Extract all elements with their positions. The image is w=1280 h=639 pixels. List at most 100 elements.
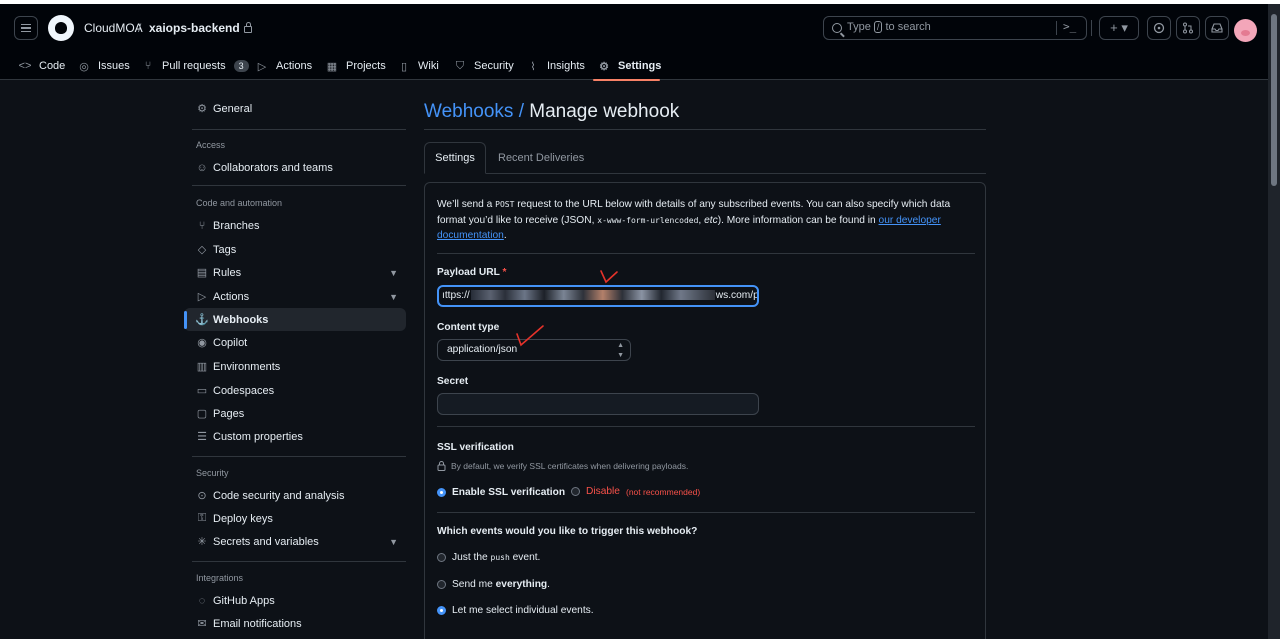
chevron-down-icon[interactable]: ▼ [389, 292, 398, 302]
tab-projects[interactable]: ▦ Projects [326, 54, 386, 78]
annotation-checkmark-icon [516, 325, 544, 347]
tab-issues-label[interactable]: Issues [98, 60, 130, 72]
sidebar-item-label[interactable]: Rules [213, 267, 241, 279]
sidebar-item-pages[interactable]: ▢ Pages [184, 402, 406, 425]
ssl-enable-radio[interactable]: Enable SSL verification [437, 487, 565, 498]
events-everything-radio[interactable]: Send me everything. [437, 579, 550, 590]
sidebar-item-label[interactable]: Deploy keys [213, 513, 273, 525]
avatar[interactable] [1234, 19, 1257, 42]
sidebar-item-environments[interactable]: ▥ Environments [184, 355, 406, 378]
sidebar-item-label[interactable]: General [213, 103, 252, 115]
sidebar-item-label[interactable]: Collaborators and teams [213, 162, 333, 174]
tab-settings[interactable]: Settings [424, 142, 486, 174]
sidebar-item-branches[interactable]: ⑂ Branches [184, 214, 406, 237]
sidebar-item-code-security[interactable]: ⊙ Code security and analysis [184, 484, 406, 507]
tab-settings-label[interactable]: Settings [618, 60, 661, 72]
sidebar-item-label[interactable]: Copilot [213, 337, 247, 349]
tab-security[interactable]: ⛉ Security [454, 54, 514, 78]
sidebar-item-label[interactable]: Webhooks [213, 314, 268, 326]
payload-url-label-text: Payload URL [437, 267, 500, 278]
github-logo-icon[interactable] [48, 15, 74, 41]
sidebar-item-collaborators[interactable]: ☺ Collaborators and teams [184, 156, 406, 179]
scrollbar[interactable] [1268, 4, 1280, 639]
sidebar-item-label[interactable]: Pages [213, 408, 244, 420]
sidebar-item-deploy-keys[interactable]: ⚿ Deploy keys [184, 507, 406, 530]
tab-code[interactable]: <> Code [19, 54, 66, 78]
top-bar: CloudMOA / xaiops-backend Type / to sear… [0, 0, 1280, 81]
events-push-radio[interactable]: Just the push event. [437, 552, 540, 563]
tab-projects-label[interactable]: Projects [346, 60, 386, 72]
scrollbar-thumb[interactable] [1271, 14, 1277, 186]
tab-insights-label[interactable]: Insights [547, 60, 585, 72]
ssl-disable-radio[interactable]: Disable (not recommended) [571, 486, 700, 497]
payload-url-input[interactable]: ıttps:// ws.com/prod [437, 285, 759, 307]
command-palette-icon[interactable]: >_ [1063, 20, 1076, 33]
sidebar-item-codespaces[interactable]: ▭ Codespaces [184, 379, 406, 402]
payload-url-label: Payload URL * [437, 267, 506, 278]
radio-checked-icon[interactable] [437, 488, 446, 497]
webhooks-breadcrumb-link[interactable]: Webhooks / [424, 101, 524, 122]
sidebar-divider [192, 456, 406, 457]
pull-requests-button[interactable] [1176, 16, 1200, 40]
tab-pull-requests[interactable]: ⑂ Pull requests 3 [142, 54, 249, 78]
radio-unchecked-icon[interactable] [571, 487, 580, 496]
sidebar-item-email-notifications[interactable]: ✉ Email notifications [184, 612, 406, 635]
tab-recent-deliveries[interactable]: Recent Deliveries [498, 142, 584, 174]
tab-pull-requests-label[interactable]: Pull requests [162, 60, 226, 72]
tab-issues[interactable]: ◎ Issues [78, 54, 130, 78]
tab-wiki-label[interactable]: Wiki [418, 60, 439, 72]
events-individual-radio[interactable]: Let me select individual events. [437, 605, 594, 616]
intro-text: We’ll send a POST request to the URL bel… [437, 197, 957, 244]
search-input[interactable]: Type / to search >_ [823, 16, 1087, 40]
chevron-down-icon[interactable]: ▼ [389, 268, 398, 278]
tab-settings[interactable]: ⚙ Settings [598, 54, 661, 78]
radio-checked-icon[interactable] [437, 606, 446, 615]
sidebar-divider [192, 561, 406, 562]
sidebar-item-label[interactable]: Environments [213, 361, 280, 373]
tab-code-label[interactable]: Code [39, 60, 65, 72]
sidebar-item-label[interactable]: Email notifications [213, 618, 302, 630]
sidebar-item-rules[interactable]: ▤ Rules ▼ [184, 261, 406, 284]
issues-button[interactable] [1147, 16, 1171, 40]
repo-name[interactable]: xaiops-backend [149, 21, 240, 35]
sidebar-item-label[interactable]: Secrets and variables [213, 536, 319, 548]
tab-actions-label[interactable]: Actions [276, 60, 312, 72]
note-icon: ☰ [197, 431, 207, 443]
sidebar-item-actions[interactable]: ▷ Actions ▼ [184, 285, 406, 308]
sidebar-item-label[interactable]: Codespaces [213, 385, 274, 397]
tab-actions[interactable]: ▷ Actions [256, 54, 312, 78]
sidebar-item-label[interactable]: Actions [213, 291, 249, 303]
individual-events-label[interactable]: Let me select individual events. [452, 605, 594, 616]
sidebar-item-label[interactable]: GitHub Apps [213, 595, 275, 607]
sidebar-item-copilot[interactable]: ◉ Copilot [184, 331, 406, 354]
sidebar-item-label[interactable]: Code security and analysis [213, 490, 344, 502]
table-icon: ▦ [326, 60, 338, 73]
menu-icon[interactable] [14, 16, 38, 40]
sidebar-item-webhooks[interactable]: ⚓ Webhooks [184, 308, 406, 331]
tab-wiki[interactable]: ▯ Wiki [398, 54, 439, 78]
ssl-disable-label[interactable]: Disable [586, 486, 620, 497]
chevron-down-icon[interactable]: ▼ [389, 537, 398, 547]
create-new-button[interactable]: + ▾ [1099, 16, 1139, 40]
radio-unchecked-icon[interactable] [437, 580, 446, 589]
sidebar-item-label[interactable]: Custom properties [213, 431, 303, 443]
tab-security-label[interactable]: Security [474, 60, 514, 72]
sidebar-item-general[interactable]: ⚙ General [184, 97, 406, 120]
sidebar-group-access: Access [196, 140, 226, 150]
repo-link[interactable]: xaiops-backend [149, 16, 252, 40]
secret-input[interactable] [437, 393, 759, 415]
payload-url-prefix: ıttps:// [442, 290, 470, 301]
intro-end: . [503, 230, 507, 241]
sidebar-item-github-apps[interactable]: ◌ GitHub Apps [184, 589, 406, 612]
page-title: Webhooks / Manage webhook [424, 101, 679, 123]
sidebar-item-custom-properties[interactable]: ☰ Custom properties [184, 425, 406, 448]
search-prefix: Type [847, 21, 871, 33]
ssl-enable-label[interactable]: Enable SSL verification [452, 487, 565, 498]
radio-unchecked-icon[interactable] [437, 553, 446, 562]
sidebar-item-secrets[interactable]: ✳ Secrets and variables ▼ [184, 530, 406, 553]
sidebar-item-label[interactable]: Tags [213, 244, 236, 256]
inbox-button[interactable] [1205, 16, 1229, 40]
sidebar-item-label[interactable]: Branches [213, 220, 259, 232]
sidebar-item-tags[interactable]: ◇ Tags [184, 238, 406, 261]
tab-insights[interactable]: ⌇ Insights [527, 54, 585, 78]
